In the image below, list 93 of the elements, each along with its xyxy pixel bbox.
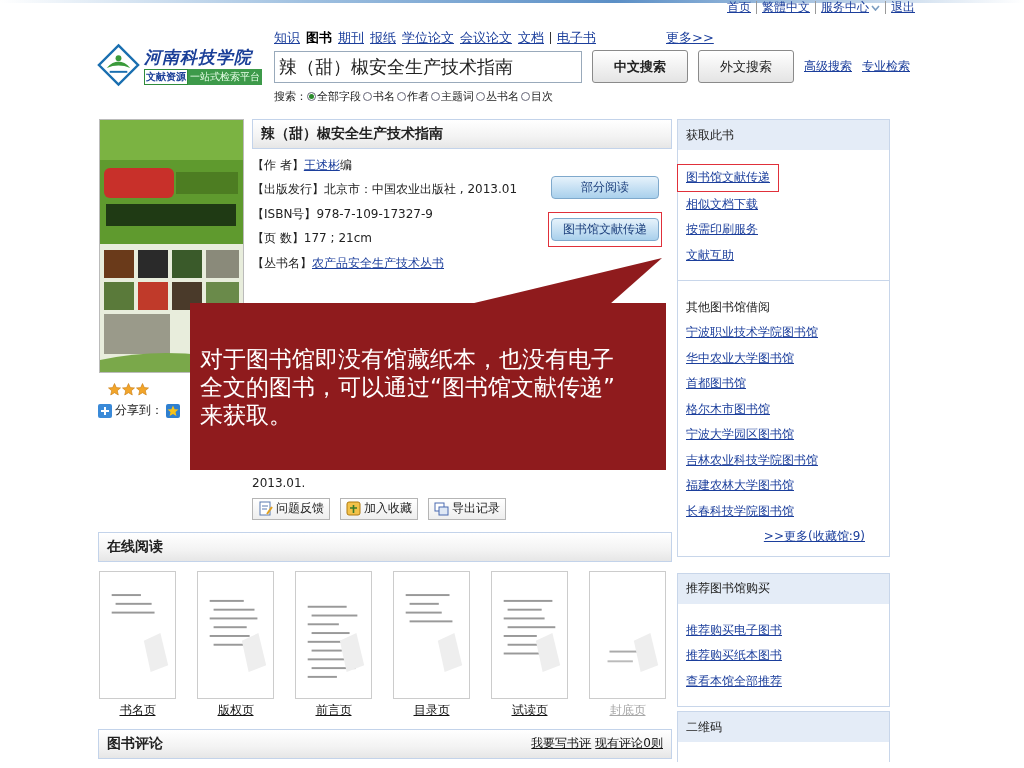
- radio-button[interactable]: [431, 92, 440, 101]
- nav-tab[interactable]: 学位论文: [402, 29, 454, 47]
- nav-tab[interactable]: 电子书: [557, 29, 596, 47]
- detail-line: 【出版发行】北京市：中国农业出版社 , 2013.01: [252, 181, 518, 199]
- library-link[interactable]: 首都图书馆: [686, 371, 746, 397]
- nav-tab[interactable]: 期刊: [338, 29, 364, 47]
- radio-label: 目次: [531, 89, 553, 104]
- search-button[interactable]: 中文搜索: [592, 50, 688, 83]
- sidebar-link[interactable]: 推荐购买电子图书: [686, 617, 782, 643]
- tool-button[interactable]: 加入收藏: [340, 497, 418, 520]
- page-link[interactable]: 书名页: [119, 701, 156, 719]
- detail-link[interactable]: 王述彬: [303, 156, 340, 174]
- more-link[interactable]: 更多>>: [666, 29, 714, 47]
- action-button[interactable]: 部分阅读: [551, 176, 659, 199]
- top-link[interactable]: 服务中心: [815, 1, 885, 14]
- radio-label: 全部字段: [317, 89, 361, 104]
- nav-tab[interactable]: 报纸: [370, 29, 396, 47]
- radio-label: 丛书名: [486, 89, 519, 104]
- search-field[interactable]: 辣（甜）椒安全生产技术指南: [274, 50, 582, 83]
- top-link[interactable]: 首页: [722, 1, 756, 14]
- action-button[interactable]: 图书馆文献传递: [551, 218, 659, 241]
- top-link[interactable]: 退出: [885, 1, 920, 14]
- nav-tab[interactable]: 知识: [274, 29, 300, 47]
- citation-text: 2013.01.: [252, 475, 307, 490]
- windows-icon: [434, 501, 449, 516]
- scope-label: 搜索：: [274, 89, 307, 104]
- logo-tag: 文献资源: [144, 68, 188, 85]
- review-link[interactable]: 现有评论0则: [595, 735, 663, 752]
- panel-header: 推荐图书馆购买: [678, 573, 889, 604]
- document-pencil-icon: [258, 501, 273, 516]
- sidebar-link[interactable]: 相似文档下载: [686, 191, 758, 217]
- page-thumbnail[interactable]: [393, 570, 470, 699]
- emblem-icon: [97, 43, 140, 87]
- detail-line: 【页 数】177 ; 21cm: [252, 230, 373, 248]
- page-thumbnail[interactable]: [99, 570, 176, 699]
- review-link[interactable]: 我要写书评: [531, 735, 592, 752]
- page-thumbnail[interactable]: [295, 570, 372, 699]
- library-link[interactable]: 福建农林大学图书馆: [686, 473, 794, 499]
- page-link[interactable]: 试读页: [511, 701, 548, 719]
- page-link[interactable]: 目录页: [413, 701, 450, 719]
- radio-button[interactable]: [476, 92, 485, 101]
- share-label: 分享到：: [115, 402, 163, 419]
- star-icon: [122, 383, 135, 396]
- library-link[interactable]: 宁波职业技术学院图书馆: [686, 320, 818, 346]
- tool-button[interactable]: 导出记录: [428, 497, 506, 520]
- sidebar-link[interactable]: 推荐购买纸本图书: [686, 643, 782, 669]
- plus-icon: [98, 403, 112, 418]
- detail-line: 【作 者】王述彬编: [252, 155, 353, 176]
- page-link[interactable]: 前言页: [315, 701, 352, 719]
- radio-label: 作者: [407, 89, 429, 104]
- nav-tab[interactable]: 会议论文: [460, 29, 512, 47]
- nav-tab[interactable]: 图书: [306, 29, 332, 47]
- tool-button[interactable]: 问题反馈: [252, 497, 330, 520]
- detail-link[interactable]: 农产品安全生产技术丛书: [312, 254, 444, 272]
- search-link[interactable]: 专业检索: [862, 58, 910, 75]
- page-link[interactable]: 版权页: [217, 701, 254, 719]
- panel-header: 获取此书: [678, 120, 889, 150]
- panel-header: 二维码: [678, 712, 889, 742]
- sidebar-link[interactable]: 查看本馆全部推荐: [686, 668, 782, 694]
- library-link[interactable]: 吉林农业科技学院图书馆: [686, 447, 818, 473]
- radio-button[interactable]: [307, 92, 316, 101]
- section-title: 在线阅读: [107, 537, 163, 556]
- radio-button[interactable]: [397, 92, 406, 101]
- panel-heading: 其他图书馆借阅: [686, 299, 771, 316]
- page-thumbnail[interactable]: [491, 570, 568, 699]
- radio-label: 书名: [373, 89, 395, 104]
- more-link[interactable]: >>更多(收藏馆:9): [763, 524, 865, 550]
- page-thumbnail[interactable]: [197, 570, 274, 699]
- sidebar-link[interactable]: 图书馆文献传递: [677, 164, 779, 192]
- section-title: 图书评论: [107, 734, 163, 753]
- search-button[interactable]: 外文搜索: [698, 50, 794, 83]
- page-thumbnail[interactable]: [589, 570, 666, 699]
- library-link[interactable]: 长春科技学院图书馆: [686, 498, 794, 524]
- logo-tag: 一站式检索平台: [188, 68, 262, 85]
- library-link[interactable]: 华中农业大学图书馆: [686, 345, 794, 371]
- star-badge-icon[interactable]: [166, 403, 180, 418]
- search-link[interactable]: 高级搜索: [804, 58, 852, 75]
- caret-icon: [871, 4, 880, 11]
- sidebar-link[interactable]: 按需印刷服务: [686, 217, 758, 243]
- sidebar-link[interactable]: 文献互助: [686, 242, 734, 268]
- top-link[interactable]: 繁體中文: [756, 1, 815, 14]
- radio-button[interactable]: [363, 92, 372, 101]
- detail-line: 【ISBN号】978-7-109-17327-9: [252, 205, 434, 223]
- library-link[interactable]: 格尔木市图书馆: [686, 396, 770, 422]
- star-icon: [136, 383, 149, 396]
- logo-name: 河南科技学院: [144, 45, 254, 69]
- nav-tab[interactable]: 文档: [518, 29, 544, 47]
- star-icon: [108, 383, 121, 396]
- library-link[interactable]: 宁波大学园区图书馆: [686, 422, 794, 448]
- book-title: 辣（甜）椒安全生产技术指南: [261, 125, 443, 143]
- radio-button[interactable]: [521, 92, 530, 101]
- radio-label: 主题词: [441, 89, 474, 104]
- detail-line: 【丛书名】农产品安全生产技术丛书: [252, 253, 445, 274]
